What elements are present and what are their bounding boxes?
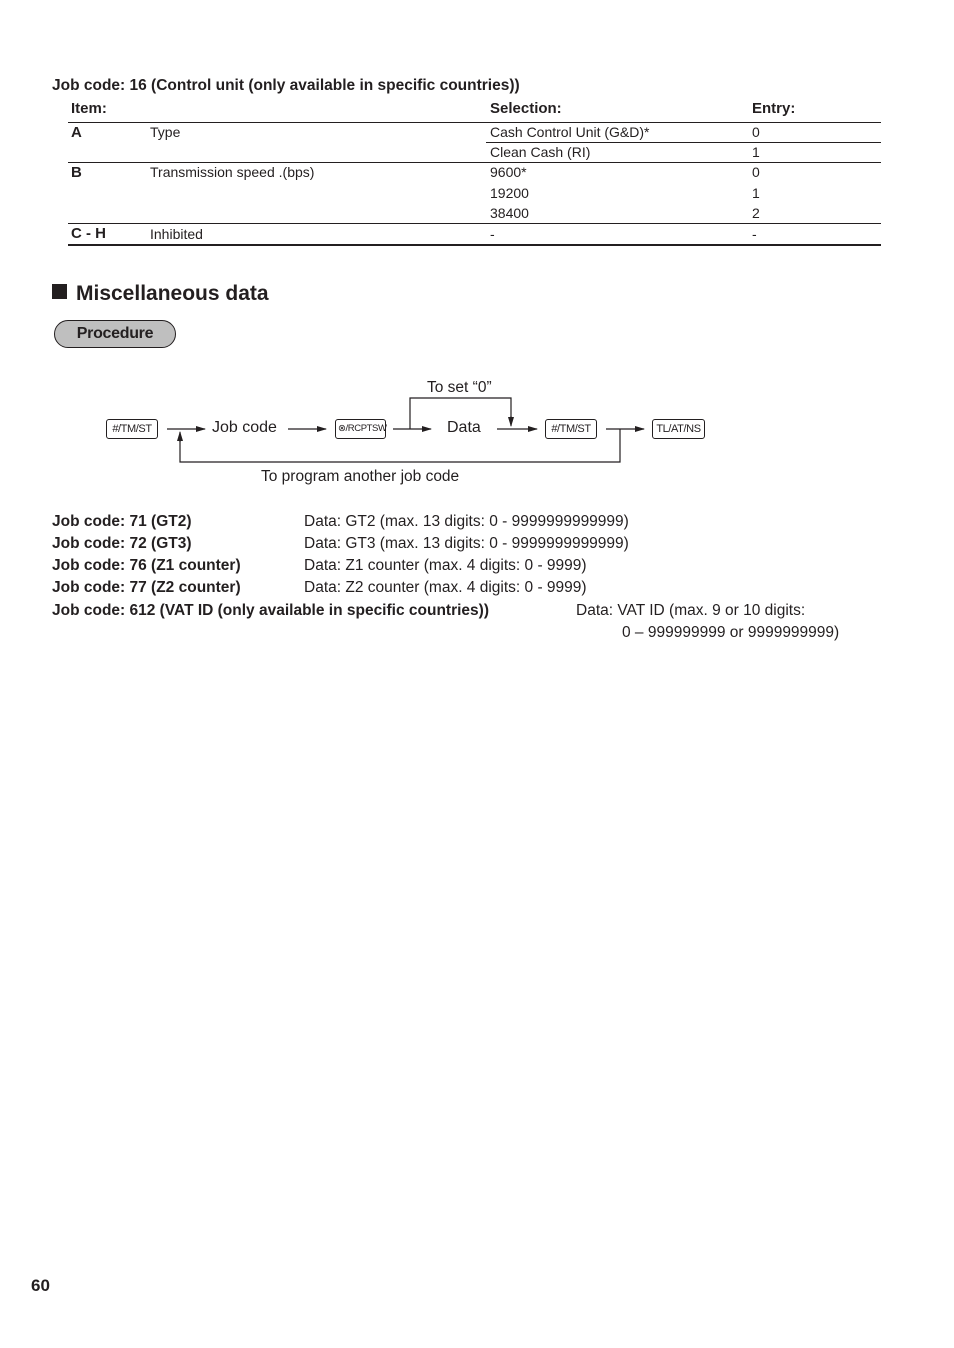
- loop-label: To program another job code: [261, 468, 460, 485]
- to-set-zero-label: To set “0”: [427, 379, 492, 396]
- job-code-612: Job code: 612 (VAT ID (only available in…: [52, 602, 489, 619]
- job-code-72-data: Data: GT3 (max. 13 digits: 0 - 999999999…: [304, 535, 629, 552]
- job-code-77-data: Data: Z2 counter (max. 4 digits: 0 - 999…: [304, 579, 587, 596]
- job-code-612-data-cont: 0 – 999999999 or 9999999999): [622, 624, 840, 641]
- page-number: 60: [31, 1276, 50, 1295]
- step-job-code: Job code: [212, 419, 277, 436]
- job-code-71-data: Data: GT2 (max. 13 digits: 0 - 999999999…: [304, 513, 629, 530]
- key-receipt-switch: ⊗/RCPTSW: [335, 419, 387, 439]
- key-tm-st-start: #/TM/ST: [106, 419, 158, 439]
- job-code-77: Job code: 77 (Z2 counter): [52, 579, 241, 596]
- job-code-76: Job code: 76 (Z1 counter): [52, 557, 241, 574]
- step-data: Data: [447, 419, 481, 436]
- key-tm-st-mid: #/TM/ST: [545, 419, 597, 439]
- job-code-76-data: Data: Z1 counter (max. 4 digits: 0 - 999…: [304, 557, 587, 574]
- key-tl-at-ns: TL/AT/NS: [652, 419, 705, 439]
- job-code-612-data: Data: VAT ID (max. 9 or 10 digits:: [576, 602, 806, 619]
- job-code-71: Job code: 71 (GT2): [52, 513, 192, 530]
- job-code-72: Job code: 72 (GT3): [52, 535, 192, 552]
